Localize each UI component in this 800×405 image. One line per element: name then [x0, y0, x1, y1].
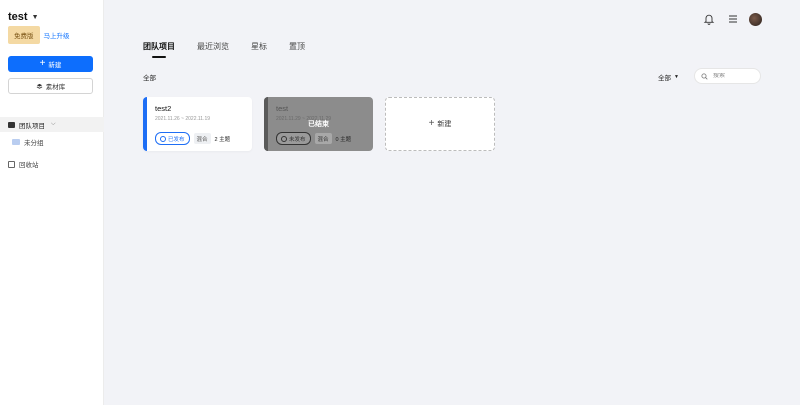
sidebar-item-label: 回收站: [19, 162, 39, 169]
tab-pinned[interactable]: 置顶: [289, 41, 305, 57]
filter-label: 全部: [658, 75, 671, 82]
check-circle-icon: [160, 135, 166, 142]
card-title: test: [276, 104, 289, 113]
caret-down-icon: ▼: [31, 13, 39, 21]
card-date: 2021.11.26 ~ 2022.11.19: [155, 116, 211, 122]
trash-icon: [8, 160, 15, 168]
project-tabs: 团队项目 最近浏览 星标 置顶: [143, 41, 305, 58]
sidebar-item-label: 团队项目: [19, 122, 45, 130]
project-card[interactable]: test 2021.11.29 ~ 2022.11.29 已结束 未发布 混合 …: [264, 97, 373, 151]
material-library-button[interactable]: 素材库: [8, 78, 93, 94]
plan-row: 免费版 马上升级: [8, 26, 70, 44]
plus-icon: +: [428, 118, 435, 129]
new-project-card-label: 新建: [437, 121, 452, 128]
chevron-down-icon[interactable]: ⌵: [51, 121, 56, 128]
bell-icon[interactable]: [703, 13, 715, 25]
sidebar-item-team-projects[interactable]: 团队项目 ⌵: [0, 117, 104, 132]
new-project-label: 新建: [48, 62, 62, 69]
status-label: 已发布: [168, 136, 185, 143]
plan-badge: 免费版: [8, 26, 40, 44]
menu-icon[interactable]: [727, 13, 739, 25]
new-project-card[interactable]: + 新建: [385, 97, 495, 151]
workspace-switcher[interactable]: test ▼: [8, 11, 39, 23]
status-badge: 未发布: [276, 132, 311, 145]
caret-down-icon: ▼: [674, 74, 679, 80]
status-label: 未发布: [289, 136, 306, 143]
avatar[interactable]: [749, 13, 762, 26]
topic-count: 0 主题: [335, 136, 352, 143]
ended-overlay-label: 已结束: [308, 121, 329, 128]
upgrade-link[interactable]: 马上升级: [44, 30, 70, 40]
team-project-icon: [8, 121, 15, 128]
folder-icon: [12, 139, 20, 145]
card-meta: 未发布 混合 0 主题: [276, 132, 351, 145]
topic-count: 2 主题: [214, 136, 231, 143]
tab-recently-viewed[interactable]: 最近浏览: [197, 41, 229, 57]
search-box[interactable]: [694, 68, 761, 84]
project-card[interactable]: test2 2021.11.26 ~ 2022.11.19 已发布 混合 2 主…: [143, 97, 252, 151]
filter-dropdown[interactable]: 全部 ▼: [658, 72, 679, 82]
workspace-name: test: [8, 11, 28, 23]
tab-team-projects[interactable]: 团队项目: [143, 41, 175, 58]
new-project-button[interactable]: + 新建: [8, 56, 93, 72]
layers-icon: [36, 83, 43, 89]
plus-icon: +: [39, 58, 46, 69]
section-title: 全部: [143, 75, 156, 82]
card-meta: 已发布 混合 2 主题: [155, 132, 230, 145]
tab-starred[interactable]: 星标: [251, 41, 267, 57]
status-badge: 已发布: [155, 132, 190, 145]
sidebar-item-uncategorized[interactable]: 未分组: [12, 137, 44, 147]
type-tag: 混合: [314, 133, 332, 144]
sidebar-item-trash[interactable]: 回收站: [8, 159, 39, 169]
sidebar-item-label: 未分组: [24, 140, 44, 147]
check-circle-icon: [281, 135, 287, 142]
card-title: test2: [155, 104, 172, 113]
card-accent-bar: [143, 97, 147, 151]
type-tag: 混合: [193, 133, 211, 144]
sidebar: test ▼ 免费版 马上升级 + 新建 素材库 团队项目 ⌵ 未分组 回收站: [0, 0, 104, 405]
material-library-label: 素材库: [45, 84, 66, 91]
search-input[interactable]: [713, 73, 755, 79]
search-icon: [701, 72, 708, 80]
